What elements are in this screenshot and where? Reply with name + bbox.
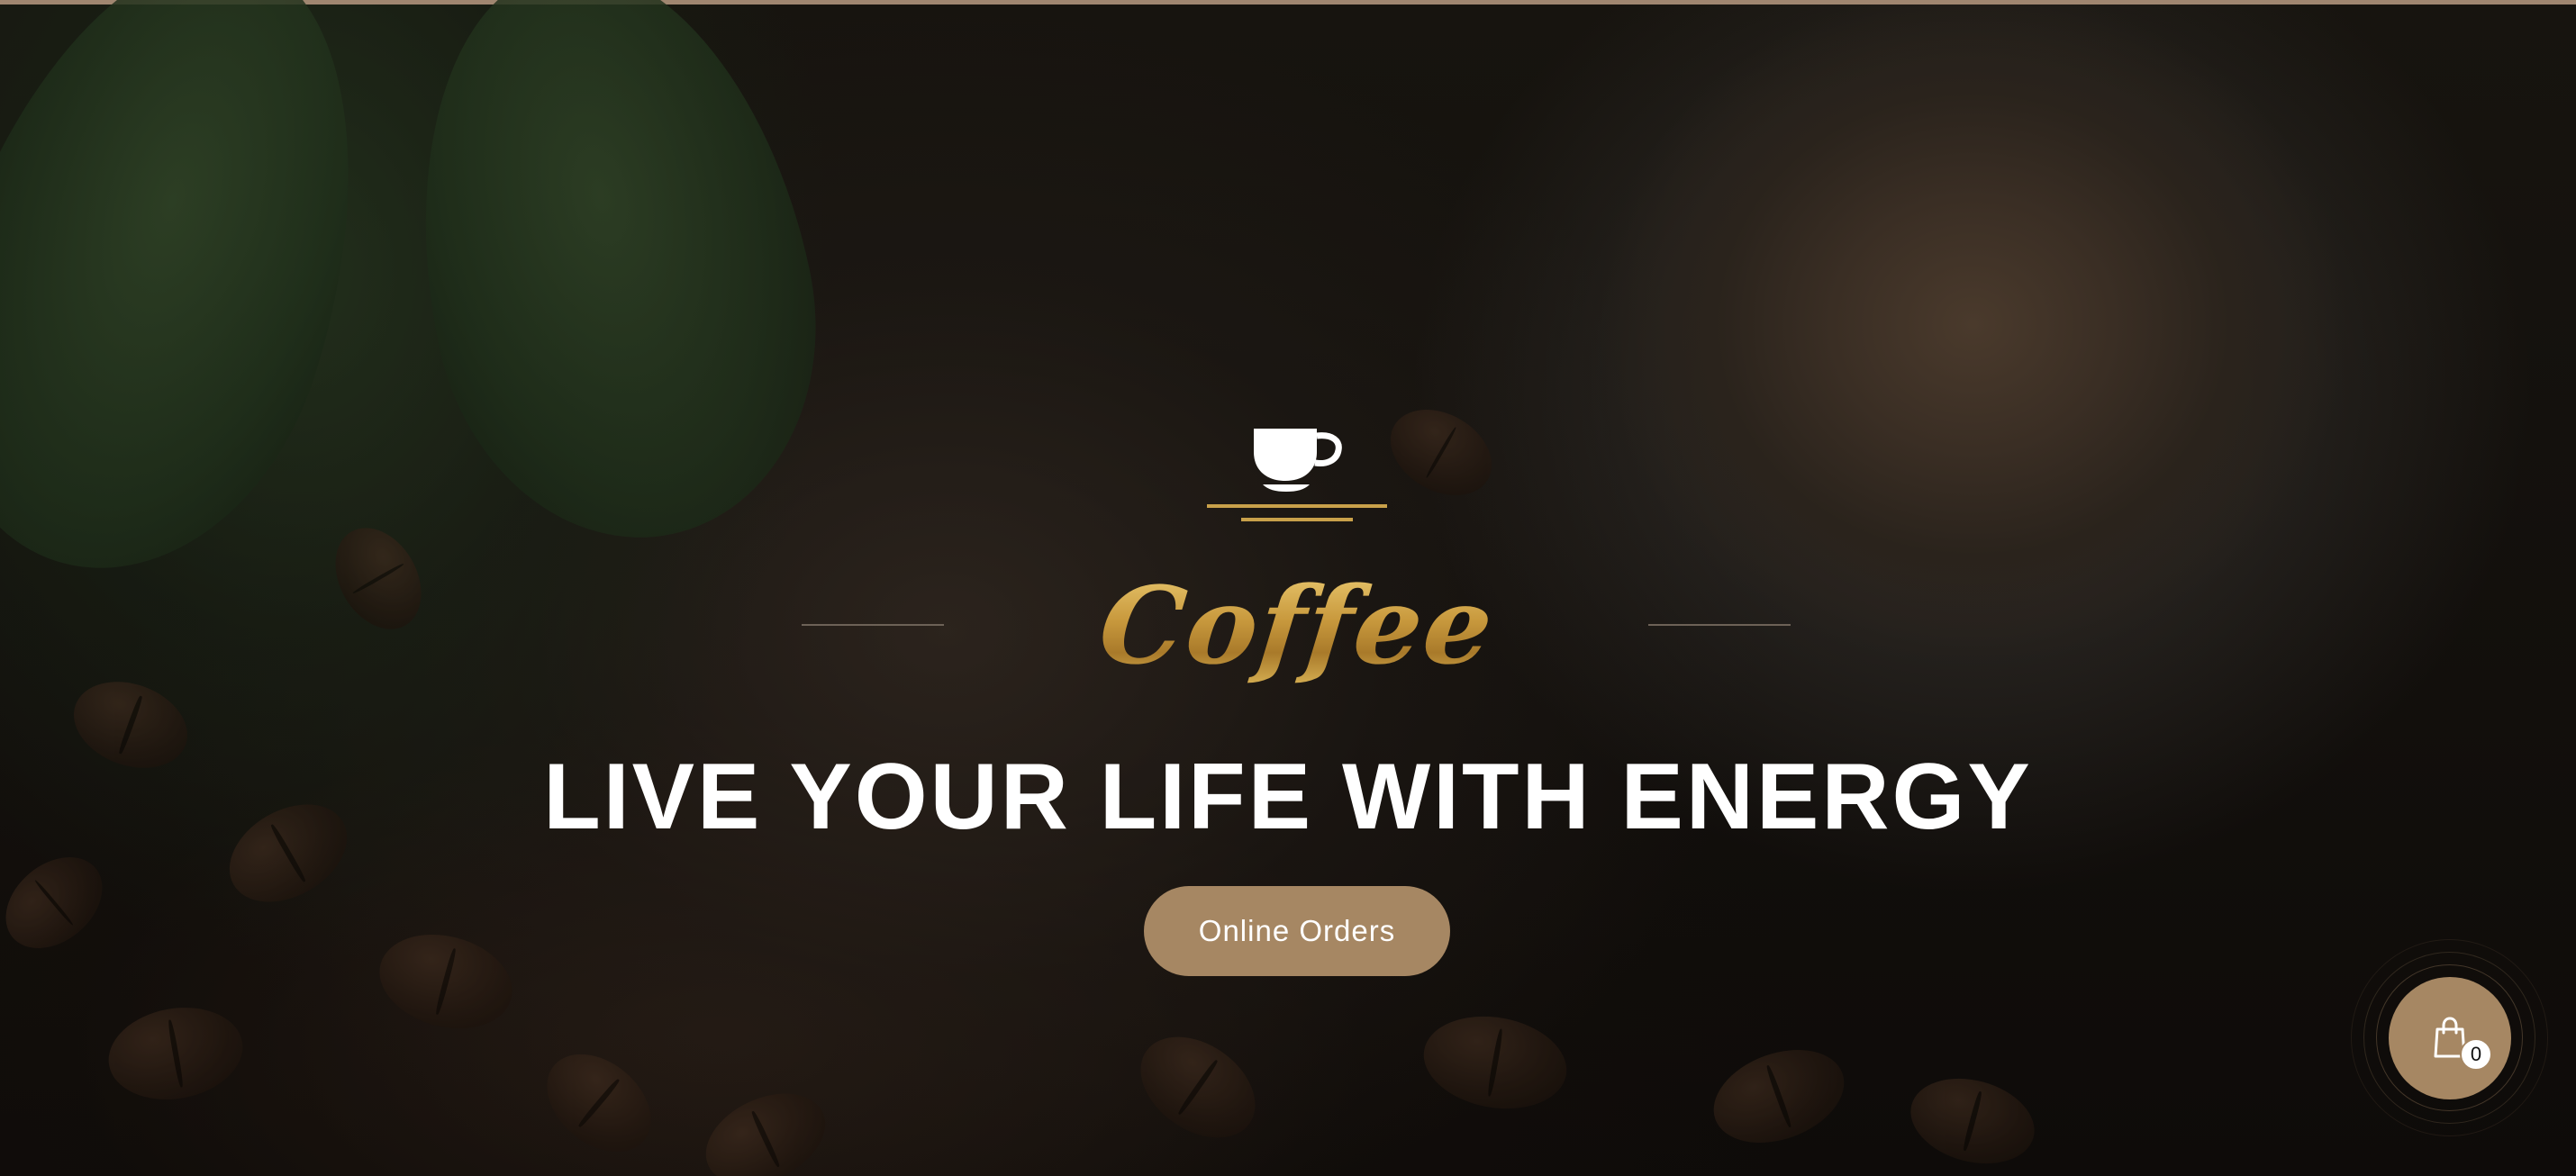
- brand-divider-left: [802, 624, 944, 626]
- hero-content: Coffee Market LIVE YOUR LIFE WITH ENERGY…: [0, 0, 2576, 1176]
- logo-underline-bottom: [1241, 518, 1353, 521]
- brand-row: Coffee Market: [0, 558, 2576, 823]
- brand-title: Coffee Market: [948, 558, 1646, 823]
- cart-count-badge: 0: [2460, 1038, 2492, 1071]
- coffee-cup-icon: [1254, 429, 1342, 492]
- hero-section: Coffee Market LIVE YOUR LIFE WITH ENERGY…: [0, 0, 2576, 1176]
- hero-headline: LIVE YOUR LIFE WITH ENERGY: [543, 745, 2033, 849]
- brand-divider-right: [1648, 624, 1791, 626]
- cart-button[interactable]: 0: [2351, 939, 2548, 1136]
- online-orders-button[interactable]: Online Orders: [1144, 886, 1450, 976]
- logo-underline-top: [1207, 504, 1387, 508]
